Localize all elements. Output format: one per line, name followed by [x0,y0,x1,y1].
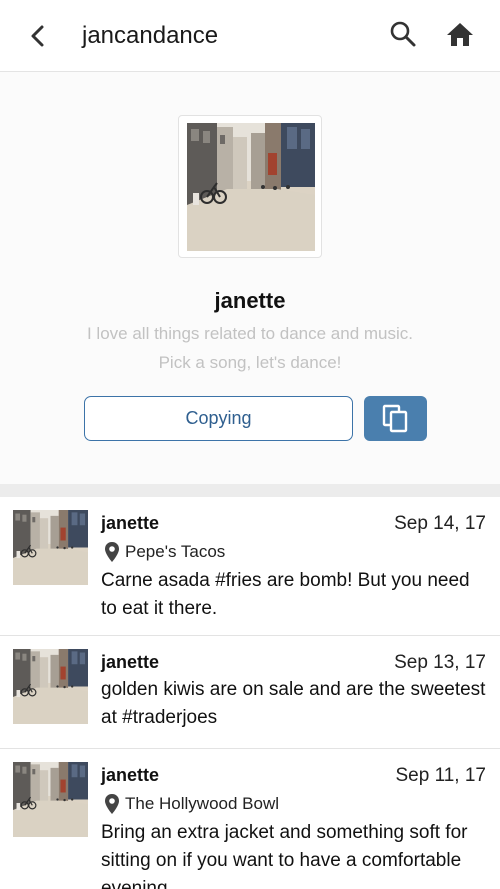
post-location[interactable]: The Hollywood Bowl [104,792,279,816]
post-username[interactable]: janette [101,513,159,534]
profile-name: janette [214,288,286,313]
home-icon[interactable] [443,18,477,52]
location-pin-icon [105,794,119,814]
back-arrow-icon[interactable] [22,20,54,52]
post-avatar[interactable] [13,649,88,724]
post-date: Sep 11, 17 [395,765,486,786]
copy-icon [382,404,408,433]
location-pin-icon [105,542,119,562]
post-item[interactable]: janette Sep 14, 17 Pepe's Tacos Carne as… [0,497,500,636]
section-divider [0,484,500,497]
app-bar: jancandance [0,0,500,72]
profile-photo [187,123,315,251]
profile-bio-line-1: I love all things related to dance and m… [86,324,414,343]
post-item[interactable]: janette Sep 11, 17 The Hollywood Bowl Br… [0,749,500,889]
post-username[interactable]: janette [101,765,159,786]
copy-button[interactable] [364,396,427,441]
post-text: golden kiwis are on sale and are the swe… [101,679,486,728]
profile-header: janette I love all things related to dan… [0,72,500,484]
post-location[interactable]: Pepe's Tacos [104,540,225,564]
post-date: Sep 13, 17 [394,652,486,673]
profile-bio-line-2: Pick a song, let's dance! [158,353,342,372]
profile-avatar[interactable] [178,115,322,258]
page-title: jancandance [82,22,219,49]
post-avatar[interactable] [13,510,88,585]
post-username[interactable]: janette [101,652,159,673]
post-avatar[interactable] [13,762,88,837]
copying-button[interactable]: Copying [84,396,353,441]
post-date: Sep 14, 17 [394,513,486,534]
post-feed: janette Sep 14, 17 Pepe's Tacos Carne as… [0,497,500,889]
post-text: Bring an extra jacket and something soft… [101,822,468,889]
post-item[interactable]: janette Sep 13, 17 golden kiwis are on s… [0,636,500,749]
post-location-label: Pepe's Tacos [125,542,226,561]
search-icon[interactable] [386,18,420,52]
post-location-label: The Hollywood Bowl [125,794,280,813]
post-text: Carne asada #fries are bomb! But you nee… [101,570,470,619]
